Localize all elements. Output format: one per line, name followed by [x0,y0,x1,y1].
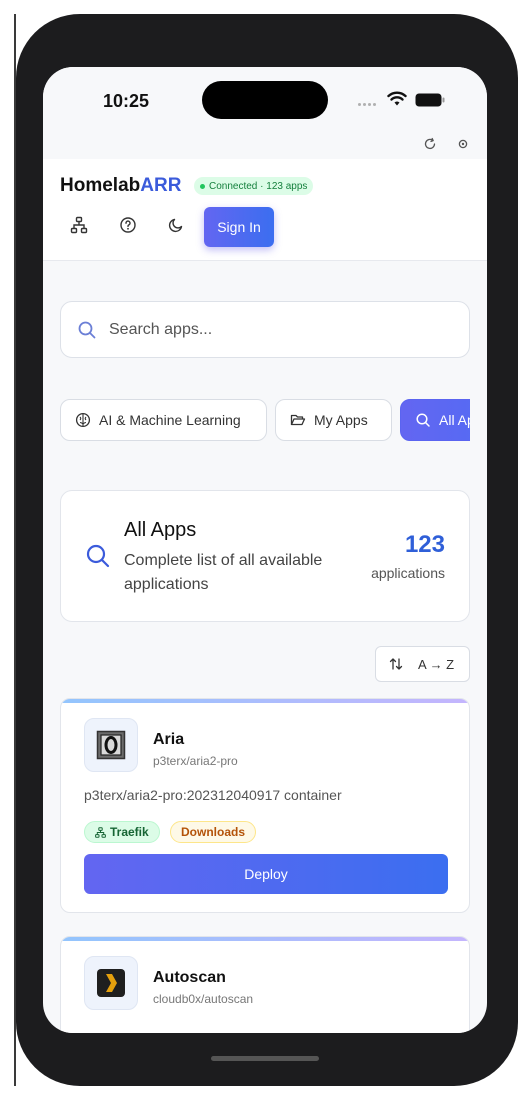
home-indicator [211,1056,319,1061]
app-name: Aria [153,731,185,748]
sign-in-button[interactable]: Sign In [204,207,274,247]
category-chip-label: My Apps [314,412,368,428]
tag-downloads: Downloads [170,821,257,843]
summary-description: Complete list of all available applicati… [124,552,323,593]
search-input[interactable] [109,317,449,343]
search-icon [78,321,96,339]
app-count-label: applications [371,565,445,581]
category-chip-label: AI & Machine Learning [99,412,241,428]
card-accent-bar [61,937,469,941]
category-chip-my-apps[interactable]: My Apps [275,399,392,441]
app-name: Autoscan [153,969,226,986]
moon-icon [168,218,183,233]
top-actions [43,133,487,159]
app-card: Aria p3terx/aria2-pro p3terx/aria2-pro:2… [60,698,470,913]
battery-icon [415,93,445,107]
category-chip-label: All Apps [439,412,470,428]
sort-label: A → Z [418,656,455,672]
app-card: Autoscan cloudb0x/autoscan [60,936,470,1033]
brain-icon [75,412,91,428]
category-chip-ai[interactable]: AI & Machine Learning [60,399,267,441]
summary-title: All Apps [124,519,197,541]
app-logo [84,956,138,1010]
brand-accent: ARR [140,175,182,196]
category-chip-all-apps[interactable]: All Apps [400,399,470,441]
brand-name: Homelab [60,175,141,196]
status-time: 10:25 [103,91,150,111]
network-icon [95,826,106,838]
category-chips: AI & Machine Learning My Apps All Apps [60,399,470,443]
category-summary-card: All Apps Complete list of all available … [60,490,470,622]
status-dot-icon [200,183,205,189]
search-icon [416,413,430,427]
aria-logo-icon [96,730,126,760]
help-button[interactable] [110,207,146,243]
dynamic-island [202,81,328,119]
autoscan-logo-icon [97,969,125,997]
connection-status-badge: Connected · 123 apps [194,177,314,195]
sort-arrows-icon [389,658,403,670]
tag-label: Downloads [181,825,246,839]
settings-gear-icon[interactable] [456,137,470,151]
brand-logo: HomelabARR [60,175,181,197]
search-bar[interactable] [60,301,470,358]
app-screen: 10:25 HomelabARR Connected · 123 apps Si… [43,67,487,1033]
status-bar: 10:25 [43,67,487,133]
signal-icon [358,103,376,106]
connection-status-text: Connected · 123 apps [209,180,308,192]
deploy-button[interactable]: Deploy [84,854,448,894]
help-icon [120,217,136,233]
tag-label: Traefik [110,825,149,839]
app-image: p3terx/aria2-pro [153,754,238,768]
sort-button[interactable]: A → Z [375,646,470,682]
app-description: p3terx/aria2-pro:202312040917 container [84,787,342,803]
app-header: HomelabARR Connected · 123 apps Sign In [43,159,487,261]
folder-open-icon [290,414,306,426]
refresh-icon[interactable] [423,137,437,151]
network-button[interactable] [61,207,97,243]
theme-toggle-button[interactable] [158,207,194,243]
wifi-icon [387,91,407,106]
tag-traefik: Traefik [84,821,160,843]
app-image: cloudb0x/autoscan [153,992,254,1006]
network-icon [70,216,88,234]
app-count: 123 [404,531,445,558]
card-accent-bar [61,699,469,703]
search-icon [86,544,110,568]
app-logo [84,718,138,772]
